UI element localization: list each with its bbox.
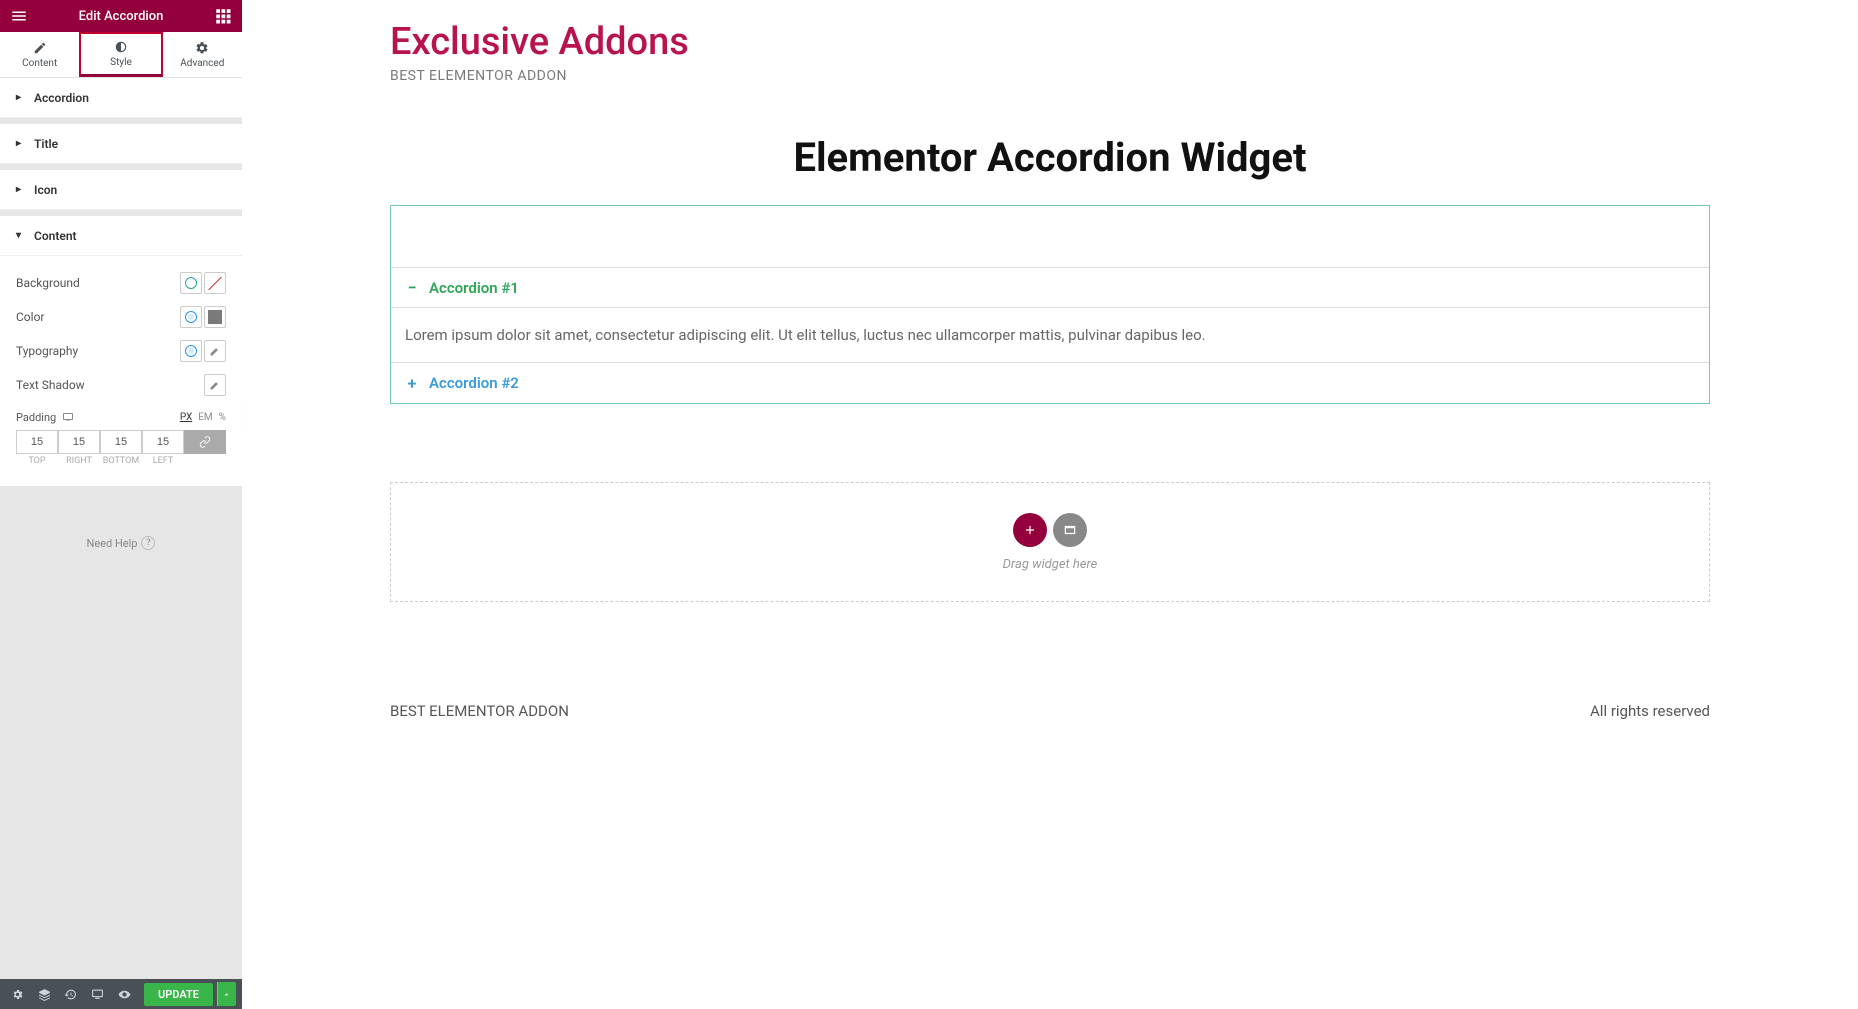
responsive-icon[interactable] <box>62 411 74 423</box>
tab-style[interactable]: Style <box>79 32 162 77</box>
accordion-item-1-title[interactable]: − Accordion #1 <box>391 268 1709 308</box>
section-title-label: Title <box>34 137 58 151</box>
padding-bottom-sublabel: BOTTOM <box>100 456 142 466</box>
add-section-button[interactable] <box>1013 513 1047 547</box>
padding-right-input[interactable] <box>58 430 100 454</box>
accordion-item-2-label: Accordion #2 <box>429 374 519 392</box>
need-help-link[interactable]: Need Help ? <box>0 536 242 550</box>
add-template-button[interactable] <box>1053 513 1087 547</box>
apps-icon[interactable] <box>214 7 232 25</box>
typography-global-button[interactable] <box>180 340 202 362</box>
padding-left-input[interactable] <box>142 430 184 454</box>
update-button[interactable]: UPDATE <box>144 983 213 1006</box>
help-icon: ? <box>141 536 155 550</box>
caret-right-icon: ▸ <box>16 138 24 149</box>
responsive-mode-icon[interactable] <box>86 982 109 1006</box>
caret-right-icon: ▸ <box>16 184 24 195</box>
navigator-icon[interactable] <box>33 982 56 1006</box>
minus-icon: − <box>405 278 419 297</box>
color-global-button[interactable] <box>180 306 202 328</box>
drop-zone-label: Drag widget here <box>1003 557 1098 572</box>
background-label: Background <box>16 276 180 290</box>
menu-icon[interactable] <box>10 7 28 25</box>
sidebar-footer: UPDATE <box>0 979 242 1009</box>
accordion-widget[interactable]: − Accordion #1 Lorem ipsum dolor sit ame… <box>390 205 1710 404</box>
color-picker-button[interactable] <box>204 306 226 328</box>
section-icon-label: Icon <box>34 183 57 197</box>
accordion-item-1-content: Lorem ipsum dolor sit amet, consectetur … <box>391 308 1709 363</box>
unit-em[interactable]: EM <box>198 412 212 423</box>
text-shadow-edit-button[interactable] <box>204 374 226 396</box>
control-padding: Padding PX EM % <box>16 406 226 466</box>
control-typography: Typography <box>16 334 226 368</box>
drop-zone[interactable]: Drag widget here <box>390 482 1710 602</box>
padding-label: Padding <box>16 411 56 424</box>
accordion-spacer <box>391 206 1709 268</box>
section-accordion[interactable]: ▸ Accordion <box>0 78 242 118</box>
padding-left-sublabel: LEFT <box>142 456 184 466</box>
plus-icon: + <box>405 374 419 393</box>
editor-tabs: Content Style Advanced <box>0 32 242 78</box>
footer-right-text: All rights reserved <box>1590 702 1710 720</box>
padding-top-input[interactable] <box>16 430 58 454</box>
unit-px[interactable]: PX <box>180 412 192 423</box>
tab-content[interactable]: Content <box>0 32 79 77</box>
padding-bottom-input[interactable] <box>100 430 142 454</box>
typography-label: Typography <box>16 344 180 358</box>
update-options-button[interactable] <box>217 982 236 1006</box>
accordion-item-1-label: Accordion #1 <box>429 279 519 297</box>
control-color: Color <box>16 300 226 334</box>
color-label: Color <box>16 310 180 324</box>
section-accordion-label: Accordion <box>34 91 89 105</box>
section-content[interactable]: ▾ Content <box>0 216 242 256</box>
background-global-button[interactable] <box>180 272 202 294</box>
history-icon[interactable] <box>60 982 83 1006</box>
update-button-label: UPDATE <box>158 988 199 1001</box>
page-footer: BEST ELEMENTOR ADDON All rights reserved <box>390 702 1710 720</box>
section-icon[interactable]: ▸ Icon <box>0 170 242 210</box>
background-color-button[interactable] <box>204 272 226 294</box>
widget-heading: Elementor Accordion Widget <box>390 134 1710 181</box>
accordion-item-2-title[interactable]: + Accordion #2 <box>391 363 1709 403</box>
caret-down-icon: ▾ <box>16 230 24 241</box>
tab-advanced[interactable]: Advanced <box>163 32 242 77</box>
control-text-shadow: Text Shadow <box>16 368 226 402</box>
tab-style-label: Style <box>110 57 132 68</box>
brand-subtitle: BEST ELEMENTOR ADDON <box>390 68 1710 84</box>
footer-left-text: BEST ELEMENTOR ADDON <box>390 702 569 720</box>
need-help-label: Need Help <box>87 537 138 550</box>
padding-right-sublabel: RIGHT <box>58 456 100 466</box>
editor-canvas: Exclusive Addons BEST ELEMENTOR ADDON El… <box>242 0 1858 1009</box>
settings-icon[interactable] <box>6 982 29 1006</box>
padding-link-button[interactable] <box>184 430 226 454</box>
header-title: Edit Accordion <box>28 9 214 24</box>
typography-edit-button[interactable] <box>204 340 226 362</box>
content-panel: Background Color Typography <box>0 256 242 486</box>
unit-pct[interactable]: % <box>219 412 226 423</box>
caret-right-icon: ▸ <box>16 92 24 103</box>
brand-title: Exclusive Addons <box>390 20 1710 64</box>
sidebar-header: Edit Accordion <box>0 0 242 32</box>
control-background: Background <box>16 266 226 300</box>
preview-icon[interactable] <box>113 982 136 1006</box>
tab-advanced-label: Advanced <box>180 58 224 69</box>
tab-content-label: Content <box>22 58 57 69</box>
padding-top-sublabel: TOP <box>16 456 58 466</box>
section-content-label: Content <box>34 229 77 243</box>
text-shadow-label: Text Shadow <box>16 378 204 392</box>
section-title[interactable]: ▸ Title <box>0 124 242 164</box>
editor-sidebar: Edit Accordion Content Style Advanced ▸ … <box>0 0 242 1009</box>
